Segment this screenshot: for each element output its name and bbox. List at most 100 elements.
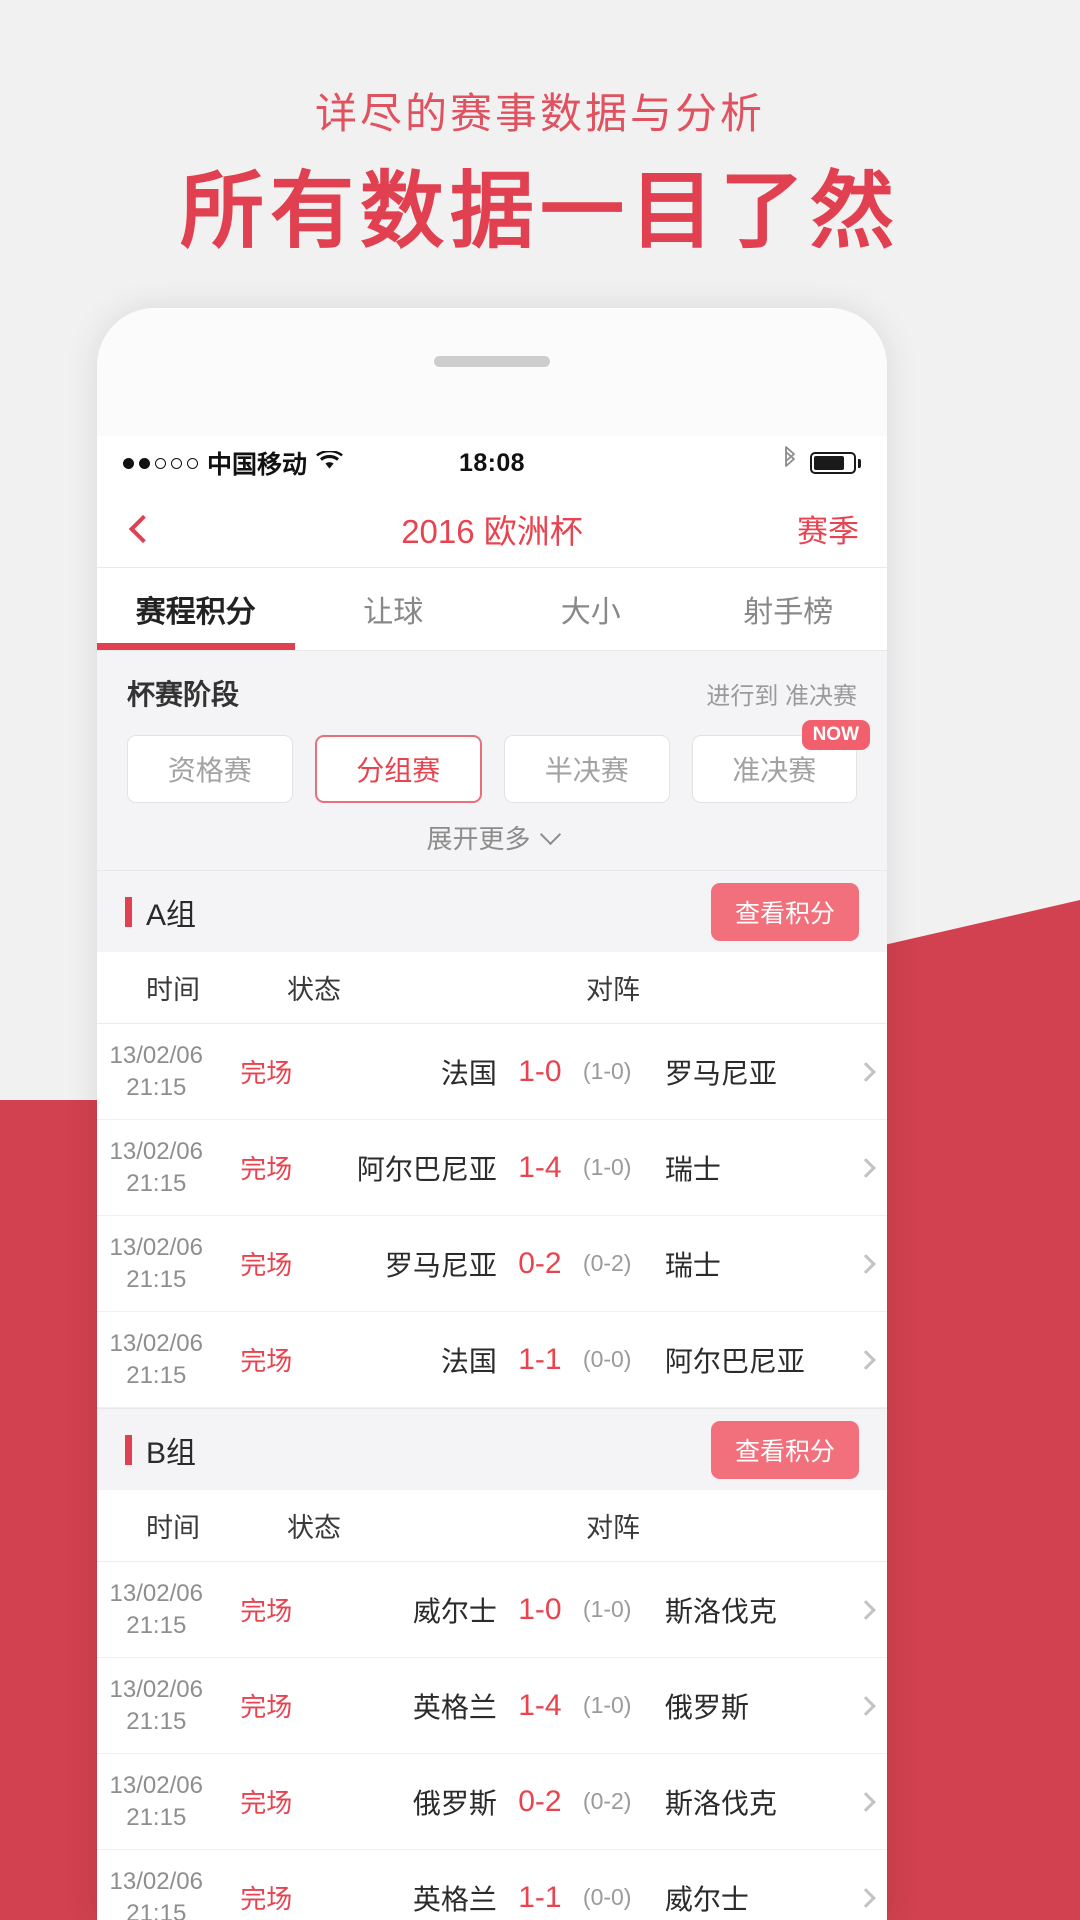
- stage-button-label: 资格赛: [167, 755, 252, 786]
- tab-label: 射手榜: [743, 596, 834, 629]
- match-date: 13/02/06: [109, 1772, 203, 1800]
- season-button[interactable]: 赛季: [797, 506, 859, 551]
- home-team: 罗马尼亚: [384, 1249, 497, 1281]
- tab-top-scorers[interactable]: 射手榜: [690, 568, 888, 650]
- expand-more-label: 展开更多: [426, 824, 531, 854]
- table-row[interactable]: 13/02/06 21:15 完场 威尔士 1-0 (1-0) 斯洛伐克: [97, 1562, 887, 1658]
- match-clock: 21:15: [126, 1361, 187, 1389]
- group-accent-bar: [125, 1434, 132, 1465]
- chevron-right-icon: [856, 1791, 876, 1812]
- match-clock: 21:15: [126, 1611, 187, 1639]
- now-badge: NOW: [801, 720, 870, 750]
- home-team: 俄罗斯: [412, 1787, 497, 1819]
- match-fixture: 罗马尼亚 0-2 (0-2) 瑞士: [317, 1244, 845, 1284]
- promo-headline: 详尽的赛事数据与分析 所有数据一目了然: [0, 88, 1080, 259]
- match-time: 13/02/06 21:15: [97, 1578, 216, 1640]
- stage-button-label: 分组赛: [356, 755, 441, 786]
- match-score: 1-4: [518, 1688, 562, 1722]
- match-score: 1-0: [518, 1054, 562, 1088]
- halftime-score: (0-2): [582, 1788, 632, 1814]
- stage-button-qualifying[interactable]: 资格赛: [127, 735, 293, 803]
- table-row[interactable]: 13/02/06 21:15 完场 英格兰 1-4 (1-0) 俄罗斯: [97, 1658, 887, 1754]
- promo-subtitle: 详尽的赛事数据与分析: [314, 90, 765, 137]
- chevron-right-icon: [856, 1349, 876, 1370]
- tab-label: 赛程积分: [135, 596, 256, 629]
- match-status: 完场: [240, 1884, 293, 1914]
- away-team: 斯洛伐克: [664, 1787, 777, 1819]
- column-header-time: 时间: [146, 975, 200, 1005]
- row-arrow: [845, 1349, 887, 1370]
- match-clock: 21:15: [126, 1265, 187, 1293]
- match-status: 完场: [240, 1346, 293, 1376]
- table-row[interactable]: 13/02/06 21:15 完场 英格兰 1-1 (0-0) 威尔士: [97, 1850, 887, 1920]
- away-team: 威尔士: [664, 1883, 749, 1915]
- match-time: 13/02/06 21:15: [97, 1866, 216, 1920]
- match-time: 13/02/06 21:15: [97, 1232, 216, 1294]
- match-fixture: 法国 1-0 (1-0) 罗马尼亚: [317, 1052, 845, 1092]
- stage-button-label: 准决赛: [732, 755, 817, 786]
- tab-label: 让球: [363, 596, 424, 629]
- chevron-right-icon: [856, 1253, 876, 1274]
- back-button[interactable]: [125, 514, 195, 543]
- group-accent-bar: [125, 896, 132, 927]
- group-header-b: B组 查看积分: [97, 1408, 887, 1490]
- table-row[interactable]: 13/02/06 21:15 完场 阿尔巴尼亚 1-4 (1-0) 瑞士: [97, 1120, 887, 1216]
- home-team: 英格兰: [412, 1691, 497, 1723]
- expand-more-button[interactable]: 展开更多: [127, 819, 857, 856]
- group-name: B组: [146, 1436, 197, 1470]
- phone-bezel-top: [97, 308, 887, 436]
- column-header-time: 时间: [146, 1513, 200, 1543]
- chevron-down-icon: [539, 823, 561, 845]
- match-time: 13/02/06 21:15: [97, 1674, 216, 1736]
- match-date: 13/02/06: [109, 1138, 203, 1166]
- tab-schedule-points[interactable]: 赛程积分: [97, 568, 295, 650]
- group-header-a: A组 查看积分: [97, 870, 887, 952]
- stage-button-quarterfinal[interactable]: 准决赛 NOW: [691, 720, 870, 803]
- row-arrow: [845, 1253, 887, 1274]
- stage-button-semifinal[interactable]: 半决赛: [504, 735, 670, 803]
- tab-over-under[interactable]: 大小: [492, 568, 690, 650]
- tab-handicap[interactable]: 让球: [295, 568, 493, 650]
- home-team: 威尔士: [412, 1595, 497, 1627]
- match-status: 完场: [240, 1250, 293, 1280]
- table-row[interactable]: 13/02/06 21:15 完场 罗马尼亚 0-2 (0-2) 瑞士: [97, 1216, 887, 1312]
- halftime-score: (0-0): [582, 1884, 632, 1910]
- row-arrow: [845, 1791, 887, 1812]
- group-name: A组: [146, 898, 197, 932]
- stage-button-group-stage[interactable]: 分组赛: [314, 735, 482, 803]
- match-date: 13/02/06: [109, 1042, 203, 1070]
- match-score: 0-2: [518, 1246, 562, 1280]
- row-arrow: [845, 1599, 887, 1620]
- match-fixture: 英格兰 1-4 (1-0) 俄罗斯: [317, 1686, 845, 1726]
- row-arrow: [845, 1695, 887, 1716]
- view-points-button-b[interactable]: 查看积分: [710, 1420, 859, 1479]
- row-arrow: [845, 1061, 887, 1082]
- wifi-icon: [316, 449, 343, 478]
- table-row[interactable]: 13/02/06 21:15 完场 法国 1-0 (1-0) 罗马尼亚: [97, 1024, 887, 1120]
- match-clock: 21:15: [126, 1073, 187, 1101]
- status-bar: 中国移动 18:08: [97, 436, 887, 490]
- phone-mockup: 中国移动 18:08 2016 欧洲杯 赛季 赛程积分 让球 大小 射手榜 杯赛…: [97, 308, 887, 1920]
- match-score: 0-2: [518, 1784, 562, 1818]
- chevron-right-icon: [856, 1157, 876, 1178]
- stage-button-label: 半决赛: [544, 755, 629, 786]
- table-row[interactable]: 13/02/06 21:15 完场 法国 1-1 (0-0) 阿尔巴尼亚: [97, 1312, 887, 1408]
- match-clock: 21:15: [126, 1169, 187, 1197]
- signal-strength-icon: [123, 457, 198, 469]
- match-score: 1-1: [518, 1342, 562, 1376]
- match-date: 13/02/06: [109, 1234, 203, 1262]
- halftime-score: (0-2): [582, 1250, 632, 1276]
- row-arrow: [845, 1157, 887, 1178]
- chevron-right-icon: [856, 1887, 876, 1908]
- away-team: 瑞士: [664, 1249, 721, 1281]
- match-status: 完场: [240, 1154, 293, 1184]
- column-header-state: 状态: [287, 1513, 341, 1543]
- match-time: 13/02/06 21:15: [97, 1328, 216, 1390]
- stage-label: 杯赛阶段: [127, 679, 240, 710]
- column-header-match: 对阵: [586, 975, 640, 1005]
- view-points-button-a[interactable]: 查看积分: [710, 882, 859, 941]
- home-team: 英格兰: [412, 1883, 497, 1915]
- halftime-score: (1-0): [582, 1596, 632, 1622]
- home-team: 法国: [440, 1345, 497, 1377]
- table-row[interactable]: 13/02/06 21:15 完场 俄罗斯 0-2 (0-2) 斯洛伐克: [97, 1754, 887, 1850]
